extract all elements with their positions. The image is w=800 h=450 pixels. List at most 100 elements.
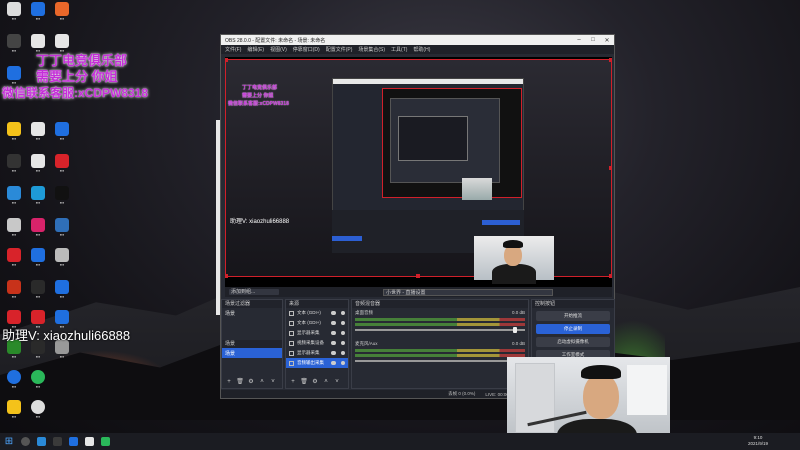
taskbar-app-icon[interactable]	[53, 437, 62, 446]
scenes-tool-row: + 🗑 ⚙ ˄ ˅	[225, 379, 277, 386]
desktop-icon[interactable]: ▪▪▪	[26, 218, 50, 237]
settings-icon[interactable]: ⚙	[247, 379, 255, 386]
desktop-icon[interactable]: ▪▪▪	[26, 280, 50, 299]
source-item[interactable]: 视频采集设备	[286, 338, 348, 348]
desktop-icon[interactable]: ▪▪▪	[2, 66, 26, 85]
desktop-icon[interactable]: ▪▪▪	[50, 2, 74, 21]
lock-icon[interactable]	[341, 341, 345, 345]
desktop-icon[interactable]: ▪▪▪	[26, 400, 50, 419]
desktop-icon[interactable]: ▪▪▪	[2, 154, 26, 173]
volume-meter	[355, 354, 525, 357]
desktop-icon[interactable]: ▪▪▪	[50, 154, 74, 173]
desktop-icon[interactable]: ▪▪▪	[2, 2, 26, 21]
taskbar-app-icon[interactable]	[69, 437, 78, 446]
desktop-icon[interactable]: ▪▪▪	[26, 370, 50, 389]
menu-tools[interactable]: 工具(T)	[391, 46, 407, 53]
desktop-icon[interactable]: ▪▪▪	[2, 34, 26, 53]
desktop-icon[interactable]: ▪▪▪	[26, 122, 50, 141]
desktop-icon[interactable]: ▪▪▪	[2, 186, 26, 205]
desktop-icon[interactable]: ▪▪▪	[2, 122, 26, 141]
menu-profile[interactable]: 配置文件(P)	[326, 46, 353, 53]
desktop-icon[interactable]: ▪▪▪	[26, 154, 50, 173]
visibility-icon[interactable]	[331, 321, 336, 325]
visibility-icon[interactable]	[331, 341, 336, 345]
trash-icon[interactable]: 🗑	[300, 379, 308, 386]
desktop-icon[interactable]: ▪▪▪	[2, 370, 26, 389]
scene-combo[interactable]: 小世界 - 直播设置	[383, 288, 553, 296]
settings-icon[interactable]: ⚙	[311, 379, 319, 386]
start-streaming-button[interactable]: 开始推流	[536, 311, 610, 321]
source-item[interactable]: 显示器采集	[286, 328, 348, 338]
lock-icon[interactable]	[341, 351, 345, 355]
obs-preview[interactable]: 丁丁电竞俱乐部 需要上分 你姐 微信联系客服:xCDPW8318 助理V: xi…	[225, 57, 612, 297]
taskbar-app-icon[interactable]	[101, 437, 110, 446]
menu-help[interactable]: 帮助(H)	[413, 46, 430, 53]
scene-item-selected[interactable]: 场景	[222, 348, 282, 358]
status-dropped-frames: 丢帧 0 (0.0%)	[448, 391, 476, 396]
visibility-icon[interactable]	[331, 331, 336, 335]
resize-handle[interactable]	[609, 58, 612, 62]
desktop-icon[interactable]: ▪▪▪	[50, 248, 74, 267]
lock-icon[interactable]	[341, 311, 345, 315]
desktop-icon[interactable]: ▪▪▪	[2, 248, 26, 267]
source-item[interactable]: 显示器采集	[286, 348, 348, 358]
taskbar-app-icon[interactable]	[85, 437, 94, 446]
taskbar-app-icon[interactable]	[37, 437, 46, 446]
resize-handle[interactable]	[609, 274, 612, 278]
lock-icon[interactable]	[341, 331, 345, 335]
virtual-camera-button[interactable]: 启动虚拟摄像机	[536, 337, 610, 347]
resize-handle[interactable]	[225, 58, 228, 62]
minimize-icon[interactable]: –	[572, 37, 586, 44]
preview-overlay-promo: 需要上分 你姐	[242, 93, 274, 99]
nested-webcam	[462, 178, 492, 200]
lock-icon[interactable]	[341, 321, 345, 325]
desktop-icon[interactable]: ▪▪▪	[50, 186, 74, 205]
scenes-dock: 场景过滤器 场景 场景 场景 + 🗑 ⚙ ˄ ˅	[221, 299, 283, 389]
source-item-selected[interactable]: 音频输出采集	[286, 358, 348, 368]
desktop-icon[interactable]: ▪▪▪	[26, 2, 50, 21]
obs-titlebar[interactable]: OBS 28.0.0 - 配置文件: 未命名 - 场景: 未命名 – □ ✕	[221, 35, 614, 45]
desktop-icon[interactable]: ▪▪▪	[2, 218, 26, 237]
resize-handle[interactable]	[609, 166, 612, 170]
preview-overlay-wechat: 助理V: xiaozhuli66888	[230, 219, 290, 225]
arrow-up-icon[interactable]: ˄	[258, 379, 266, 386]
trash-icon[interactable]: 🗑	[236, 379, 244, 386]
visibility-icon[interactable]	[331, 361, 336, 365]
menu-view[interactable]: 视图(V)	[270, 46, 287, 53]
arrow-up-icon[interactable]: ˄	[322, 379, 330, 386]
maximize-icon[interactable]: □	[586, 37, 600, 44]
desktop-icon[interactable]: ▪▪▪	[2, 280, 26, 299]
desktop-icon[interactable]: ▪▪▪	[50, 218, 74, 237]
add-icon[interactable]: +	[225, 379, 233, 386]
lock-icon[interactable]	[341, 361, 345, 365]
visibility-icon[interactable]	[331, 311, 336, 315]
menu-file[interactable]: 文件(F)	[225, 46, 241, 53]
windows-start-icon[interactable]: ⊞	[4, 436, 14, 447]
stop-recording-button[interactable]: 停止录制	[536, 324, 610, 334]
volume-slider[interactable]	[355, 327, 525, 333]
menu-scene-collection[interactable]: 场景集合(S)	[358, 46, 385, 53]
volume-slider[interactable]	[355, 358, 525, 364]
close-icon[interactable]: ✕	[600, 37, 614, 44]
desktop-icon[interactable]: ▪▪▪	[50, 122, 74, 141]
taskbar-clock[interactable]: 9:10 2021/9/19	[748, 435, 768, 447]
menu-docks[interactable]: 停靠窗口(D)	[293, 46, 320, 53]
resize-handle[interactable]	[225, 274, 228, 278]
scene-item[interactable]: 场景	[222, 308, 282, 318]
source-item[interactable]: 文本 (GDI+)	[286, 318, 348, 328]
add-icon[interactable]: +	[289, 379, 297, 386]
obs-window[interactable]: OBS 28.0.0 - 配置文件: 未命名 - 场景: 未命名 – □ ✕ 文…	[220, 34, 615, 399]
resize-handle[interactable]	[416, 274, 420, 278]
arrow-down-icon[interactable]: ˅	[269, 379, 277, 386]
desktop-icon[interactable]: ▪▪▪	[2, 400, 26, 419]
visibility-icon[interactable]	[331, 351, 336, 355]
source-item[interactable]: 文本 (GDI+)	[286, 308, 348, 318]
preview-canvas[interactable]: 丁丁电竞俱乐部 需要上分 你姐 微信联系客服:xCDPW8318 助理V: xi…	[225, 58, 612, 284]
profile-dropdown[interactable]: 添加到组...	[229, 289, 279, 295]
desktop-icon[interactable]: ▪▪▪	[26, 186, 50, 205]
menu-edit[interactable]: 编辑(E)	[247, 46, 264, 53]
arrow-down-icon[interactable]: ˅	[333, 379, 341, 386]
desktop-icon[interactable]: ▪▪▪	[50, 280, 74, 299]
desktop-icon[interactable]: ▪▪▪	[26, 248, 50, 267]
search-icon[interactable]	[21, 437, 30, 446]
